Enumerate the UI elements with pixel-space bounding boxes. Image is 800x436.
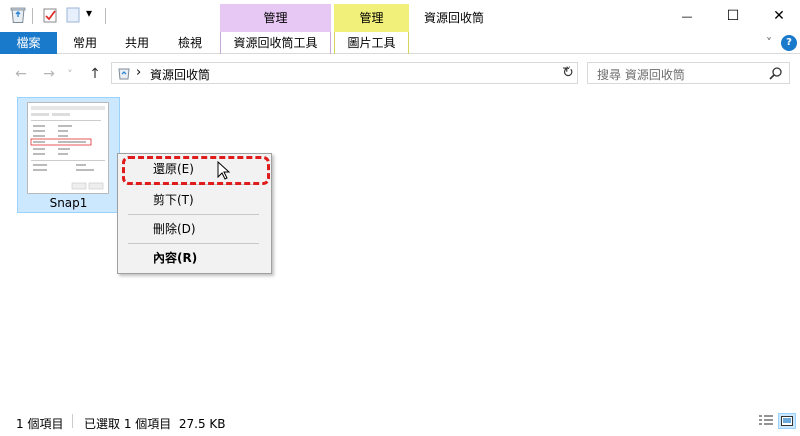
up-button[interactable]: ↑ xyxy=(84,64,106,84)
tab-view[interactable]: 檢視 xyxy=(165,32,215,54)
status-bar: 1 個項目 已選取 1 個項目 27.5 KB xyxy=(0,406,800,436)
tab-file[interactable]: 檔案 xyxy=(0,32,57,54)
title-bar: ▾ 管理 管理 資源回收筒 — ☐ ✕ xyxy=(0,0,800,32)
minimize-icon: — xyxy=(681,9,693,23)
customize-quick-access-icon[interactable]: ▾ xyxy=(86,6,92,20)
arrow-left-icon: ← xyxy=(15,66,27,82)
status-divider xyxy=(72,414,73,428)
quick-access-divider xyxy=(105,8,106,24)
tab-picture-tools[interactable]: 圖片工具 xyxy=(334,32,409,54)
mouse-cursor-icon xyxy=(217,160,231,184)
recycle-bin-icon xyxy=(117,66,131,83)
maximize-icon: ☐ xyxy=(726,8,740,24)
menu-item-delete[interactable]: 刪除(D) xyxy=(119,218,270,240)
selection-info: 已選取 1 個項目 27.5 KB xyxy=(84,417,226,431)
menu-item-properties[interactable]: 內容(R) xyxy=(119,247,270,269)
close-button[interactable]: ✕ xyxy=(756,0,800,32)
search-icon[interactable] xyxy=(769,66,783,83)
chevron-down-icon: ˅ xyxy=(766,36,772,50)
recent-locations-button[interactable]: ˅ xyxy=(62,64,78,84)
tab-recycle-bin-tools[interactable]: 資源回收筒工具 xyxy=(220,32,331,54)
item-count: 1 個項目 xyxy=(16,417,64,431)
details-view-button[interactable] xyxy=(757,413,775,429)
forward-button[interactable]: → xyxy=(38,64,60,84)
recycle-bin-icon xyxy=(10,6,26,27)
help-icon: ? xyxy=(786,37,792,48)
address-bar[interactable]: › 資源回收筒 ˅ xyxy=(111,62,578,84)
breadcrumb-chevron-icon[interactable]: › xyxy=(136,65,141,80)
refresh-button[interactable]: ↻ xyxy=(558,62,578,84)
large-icons-view-button[interactable] xyxy=(778,413,796,429)
file-thumbnail xyxy=(27,102,109,194)
minimize-button[interactable]: — xyxy=(664,0,710,32)
arrow-up-icon: ↑ xyxy=(89,66,101,82)
search-input[interactable]: 搜尋 資源回收筒 xyxy=(597,66,685,83)
breadcrumb-recycle-bin[interactable]: 資源回收筒 xyxy=(150,66,210,83)
tab-home[interactable]: 常用 xyxy=(60,32,110,54)
help-button[interactable]: ? xyxy=(781,35,797,51)
restore-highlight-annotation xyxy=(122,156,270,185)
menu-separator xyxy=(128,243,259,244)
close-icon: ✕ xyxy=(773,8,785,24)
picture-tools-manage-header: 管理 xyxy=(334,4,409,32)
expand-ribbon-button[interactable]: ˅ xyxy=(760,32,778,54)
window-title: 資源回收筒 xyxy=(424,11,485,25)
search-box[interactable]: 搜尋 資源回收筒 xyxy=(587,62,790,84)
file-item-snap1[interactable]: Snap1 xyxy=(17,97,120,213)
new-folder-icon[interactable] xyxy=(66,6,80,27)
image-preview-icon xyxy=(28,103,108,193)
refresh-icon: ↻ xyxy=(562,65,574,81)
tab-share[interactable]: 共用 xyxy=(112,32,162,54)
quick-access-divider xyxy=(32,8,33,24)
properties-icon[interactable] xyxy=(42,6,58,27)
large-icons-view-icon xyxy=(781,416,793,426)
chevron-down-icon: ˅ xyxy=(67,67,73,81)
maximize-button[interactable]: ☐ xyxy=(710,0,756,32)
ribbon-tab-row: 檔案 常用 共用 檢視 資源回收筒工具 圖片工具 ˅ ? xyxy=(0,32,800,54)
menu-item-cut[interactable]: 剪下(T) xyxy=(119,189,270,211)
arrow-right-icon: → xyxy=(43,66,55,82)
recycle-bin-tools-manage-header: 管理 xyxy=(220,4,331,32)
back-button[interactable]: ← xyxy=(10,64,32,84)
menu-separator xyxy=(128,214,259,215)
details-view-icon xyxy=(759,415,773,425)
file-name-label[interactable]: Snap1 xyxy=(18,196,119,210)
